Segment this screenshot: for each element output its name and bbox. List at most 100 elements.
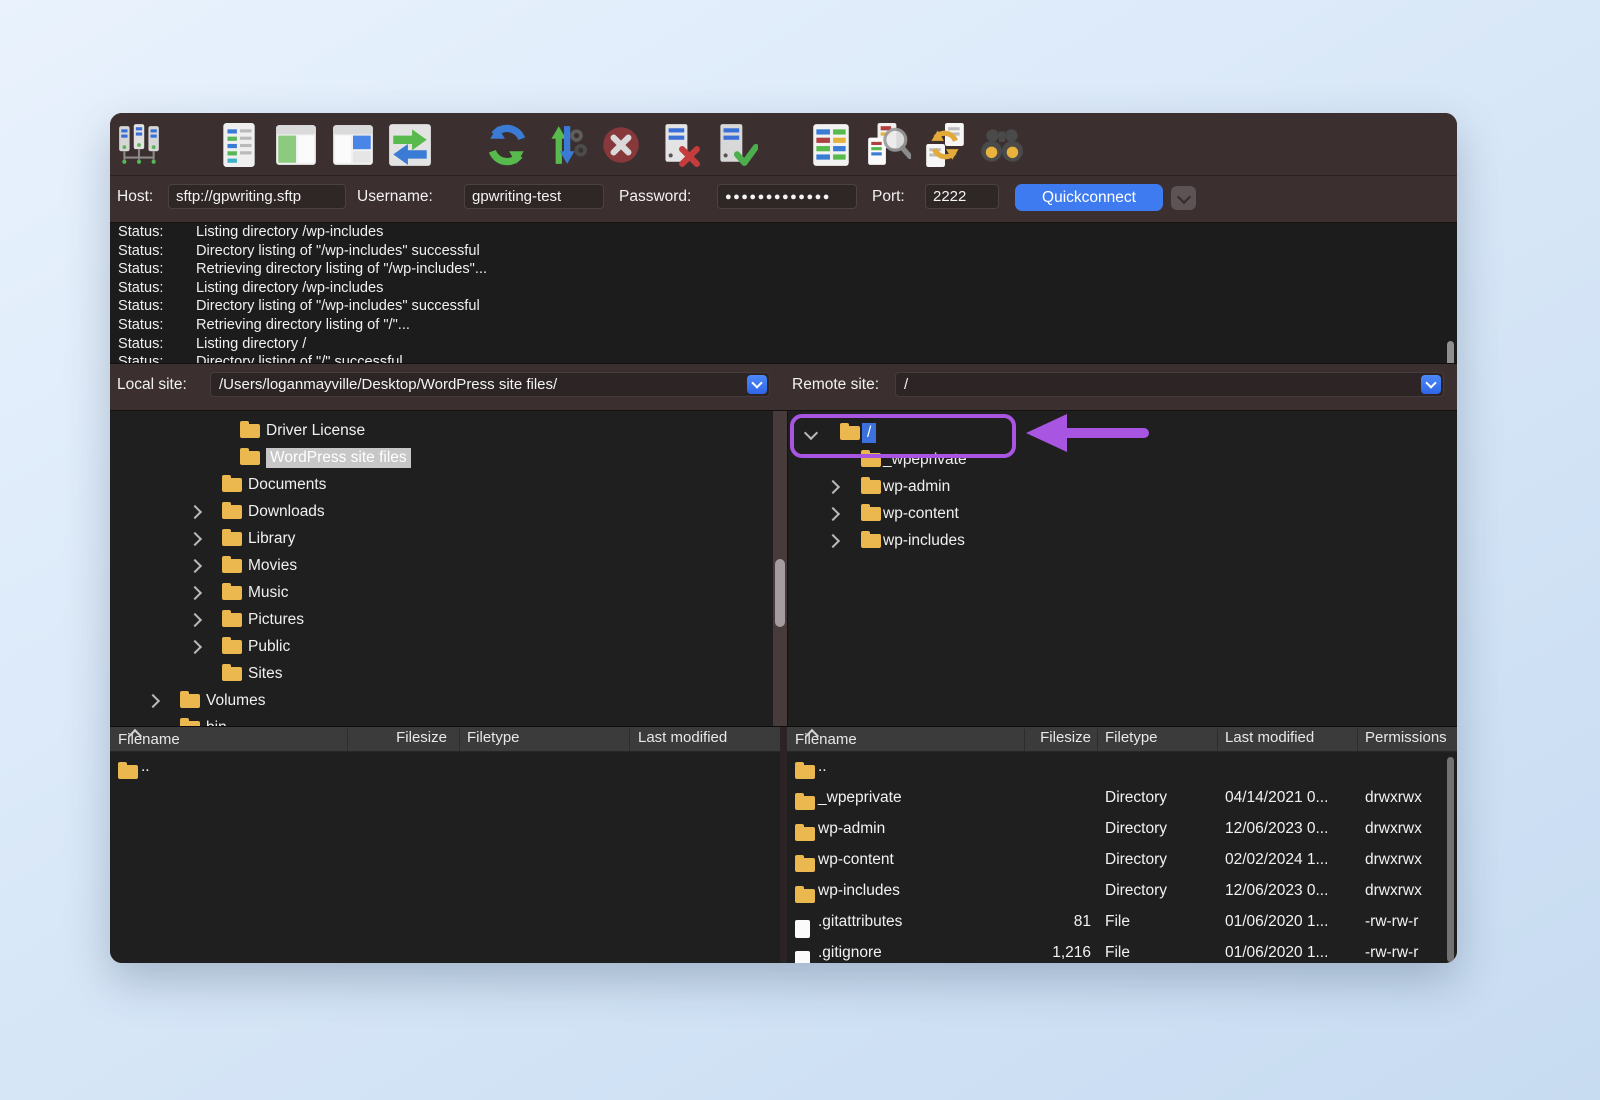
file-permissions: drwxrwx: [1365, 882, 1422, 900]
local-tree-item[interactable]: Movies: [110, 552, 773, 579]
transfer-settings-icon[interactable]: [541, 122, 587, 168]
local-tree-item[interactable]: Downloads: [110, 498, 773, 525]
local-tree-item[interactable]: Sites: [110, 660, 773, 687]
cancel-icon[interactable]: [598, 122, 644, 168]
port-label: Port:: [872, 188, 905, 206]
toggle-remote-tree-icon[interactable]: [330, 122, 376, 168]
file-row[interactable]: ..: [787, 752, 1457, 783]
column-header-permissions[interactable]: Permissions: [1365, 729, 1447, 746]
local-tree-item[interactable]: Documents: [110, 471, 773, 498]
file-name: .gitattributes: [818, 913, 902, 931]
tree-item-label: bin: [206, 719, 227, 727]
folder-icon: [180, 694, 200, 708]
column-header-last-modified[interactable]: Last modified: [1225, 729, 1314, 746]
folder-icon: [222, 505, 242, 519]
log-message: Retrieving directory listing of "/"...: [196, 316, 410, 335]
log-line: Status: Directory listing of "/" success…: [110, 353, 1457, 364]
file-row[interactable]: _wpeprivate Directory 04/14/2021 0... dr…: [787, 783, 1457, 814]
expander-chevron-icon[interactable]: [188, 585, 202, 599]
local-site-dropdown-button[interactable]: [747, 375, 767, 394]
column-header-filetype[interactable]: Filetype: [467, 729, 520, 746]
remote-list-scrollbar-thumb[interactable]: [1447, 757, 1454, 962]
local-tree-item[interactable]: Pictures: [110, 606, 773, 633]
expander-chevron-icon[interactable]: [826, 533, 840, 547]
tree-item-label: Volumes: [206, 692, 265, 710]
log-scrollbar-thumb[interactable]: [1447, 341, 1454, 364]
toggle-log-view-icon[interactable]: [216, 122, 262, 168]
local-tree-item[interactable]: Volumes: [110, 687, 773, 714]
log-status-prefix: Status:: [118, 242, 196, 261]
remote-site-combo[interactable]: /: [895, 372, 1444, 397]
column-header-filetype[interactable]: Filetype: [1105, 729, 1158, 746]
find-files-icon[interactable]: [979, 122, 1025, 168]
local-tree-item[interactable]: Driver License: [110, 417, 773, 444]
file-permissions: drwxrwx: [1365, 820, 1422, 838]
host-input[interactable]: sftp://gpwriting.sftp: [168, 184, 346, 209]
username-input[interactable]: gpwriting-test: [464, 184, 604, 209]
file-row[interactable]: .gitignore 1,216 File 01/06/2020 1... -r…: [787, 938, 1457, 963]
local-tree-scrollbar-thumb[interactable]: [775, 559, 785, 627]
folder-icon: [861, 507, 881, 521]
folder-icon: [222, 613, 242, 627]
remote-tree-item[interactable]: wp-content: [788, 500, 1457, 527]
log-message: Retrieving directory listing of "/wp-inc…: [196, 260, 487, 279]
expander-chevron-icon[interactable]: [826, 479, 840, 493]
password-label: Password:: [619, 188, 691, 206]
annotation-arrow-shaft: [1060, 428, 1149, 438]
expander-chevron-icon[interactable]: [188, 639, 202, 653]
column-header-filesize[interactable]: Filesize: [999, 729, 1091, 746]
local-tree-item[interactable]: WordPress site files: [110, 444, 773, 471]
directory-comparison-icon[interactable]: [865, 122, 911, 168]
file-row[interactable]: wp-includes Directory 12/06/2023 0... dr…: [787, 876, 1457, 907]
remote-list-header: Filename Filesize Filetype Last modified…: [787, 727, 1457, 752]
file-name: _wpeprivate: [818, 789, 902, 807]
file-type: Directory: [1105, 820, 1167, 838]
expander-chevron-icon[interactable]: [146, 693, 160, 707]
column-header-last-modified[interactable]: Last modified: [638, 729, 727, 746]
local-tree-item[interactable]: Music: [110, 579, 773, 606]
local-site-label: Local site:: [117, 376, 187, 394]
local-list-header: Filename Filesize Filetype Last modified: [110, 727, 780, 752]
expander-chevron-icon[interactable]: [188, 531, 202, 545]
remote-tree-item[interactable]: _wpeprivate: [788, 446, 1457, 473]
disconnect-icon[interactable]: [655, 122, 701, 168]
quickconnect-button[interactable]: Quickconnect: [1015, 184, 1163, 211]
pane-divider[interactable]: [780, 727, 787, 963]
file-row[interactable]: wp-content Directory 02/02/2024 1... drw…: [787, 845, 1457, 876]
reconnect-icon[interactable]: [712, 122, 758, 168]
folder-icon: [222, 667, 242, 681]
filter-listings-icon[interactable]: [808, 122, 854, 168]
log-message: Directory listing of "/wp-includes" succ…: [196, 242, 480, 261]
local-tree-item[interactable]: bin: [110, 714, 773, 726]
file-row[interactable]: .gitattributes 81 File 01/06/2020 1... -…: [787, 907, 1457, 938]
file-modified: 12/06/2023 0...: [1225, 882, 1328, 900]
expander-chevron-icon[interactable]: [188, 504, 202, 518]
local-tree-item[interactable]: Public: [110, 633, 773, 660]
file-type: File: [1105, 913, 1130, 931]
local-list-rows: ..: [110, 752, 780, 783]
expander-chevron-icon[interactable]: [804, 425, 818, 439]
password-input[interactable]: ●●●●●●●●●●●●●: [717, 184, 857, 209]
refresh-icon[interactable]: [484, 122, 530, 168]
toggle-local-tree-icon[interactable]: [273, 122, 319, 168]
toggle-transfer-queue-icon[interactable]: [387, 122, 433, 168]
file-row[interactable]: ..: [110, 752, 780, 783]
file-row[interactable]: wp-admin Directory 12/06/2023 0... drwxr…: [787, 814, 1457, 845]
remote-tree-item[interactable]: wp-includes: [788, 527, 1457, 554]
column-header-filesize[interactable]: Filesize: [347, 729, 447, 746]
remote-site-dropdown-button[interactable]: [1421, 375, 1441, 394]
expander-chevron-icon[interactable]: [826, 506, 840, 520]
local-tree-scrollbar-track[interactable]: [773, 411, 787, 726]
port-input[interactable]: 2222: [925, 184, 999, 209]
remote-tree-item[interactable]: wp-admin: [788, 473, 1457, 500]
chevron-down-icon: [1425, 377, 1436, 388]
local-directory-tree: Driver License WordPress site files Docu…: [110, 411, 773, 726]
synchronized-browsing-icon[interactable]: [922, 122, 968, 168]
local-tree-item[interactable]: Library: [110, 525, 773, 552]
local-site-combo[interactable]: /Users/loganmayville/Desktop/WordPress s…: [210, 372, 770, 397]
log-line: Status: Directory listing of "/wp-includ…: [110, 242, 1457, 261]
expander-chevron-icon[interactable]: [188, 612, 202, 626]
expander-chevron-icon[interactable]: [188, 558, 202, 572]
site-manager-icon[interactable]: [116, 122, 162, 168]
quickconnect-dropdown-button[interactable]: [1171, 186, 1196, 210]
